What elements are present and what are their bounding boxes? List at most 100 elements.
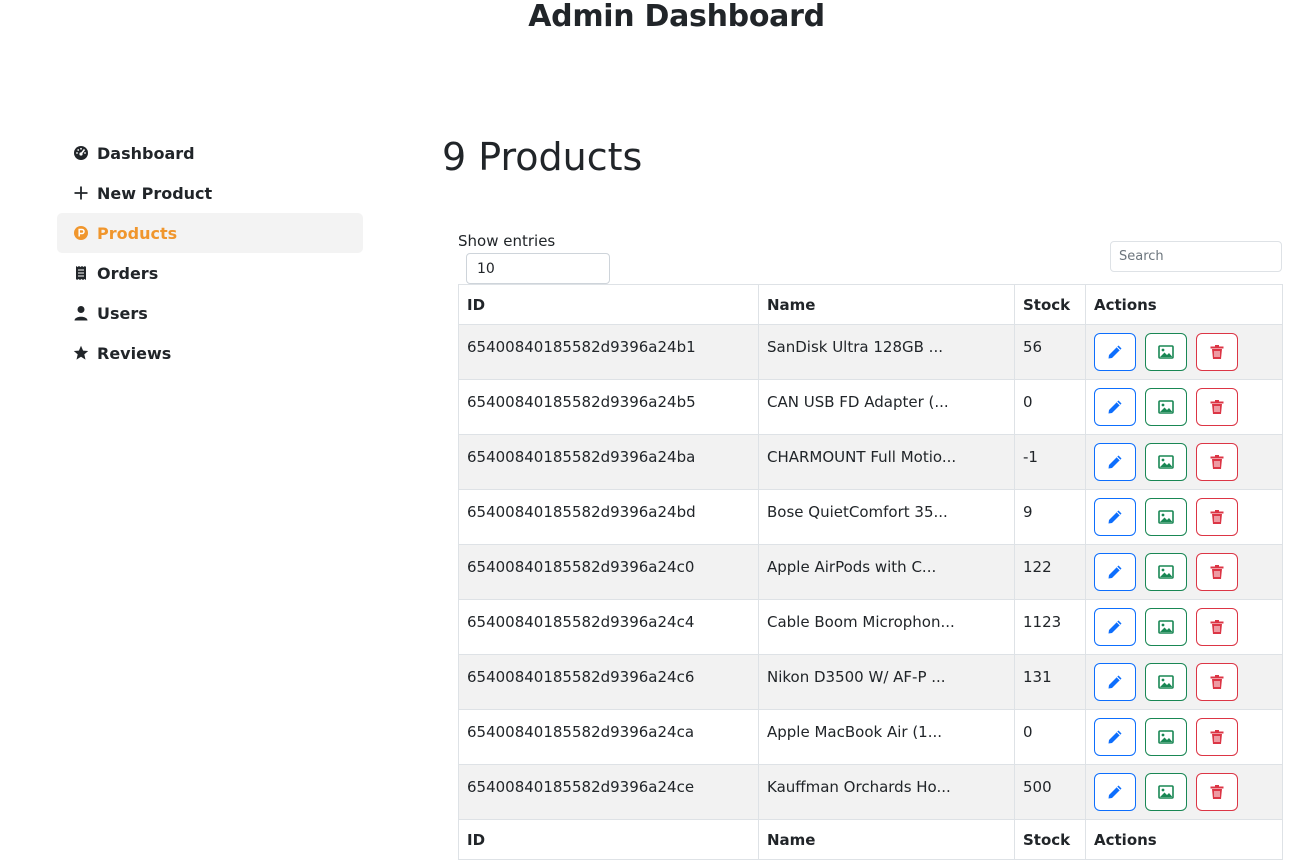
product-name-cell: Apple AirPods with C... [758, 544, 1015, 600]
product-id-cell: 65400840185582d9396a24ca [458, 709, 759, 765]
delete-button[interactable] [1195, 608, 1238, 646]
product-name-cell: Cable Boom Microphon... [758, 599, 1015, 655]
trash-icon [1210, 730, 1224, 744]
delete-button[interactable] [1195, 388, 1238, 426]
image-icon [1157, 400, 1174, 414]
trash-icon [1210, 565, 1224, 579]
delete-button[interactable] [1195, 443, 1238, 481]
image-icon [1157, 785, 1174, 799]
upload-image-button[interactable] [1144, 388, 1187, 426]
trash-icon [1210, 400, 1224, 414]
sidebar-item-label: Reviews [97, 343, 172, 363]
dashboard-icon [72, 144, 90, 162]
sidebar-item-dashboard[interactable]: Dashboard [57, 133, 363, 173]
product-id-cell: 65400840185582d9396a24ba [458, 434, 759, 490]
edit-button[interactable] [1094, 443, 1136, 481]
product-name-cell: CAN USB FD Adapter (... [758, 379, 1015, 435]
upload-image-button[interactable] [1144, 333, 1187, 371]
image-icon [1157, 565, 1174, 579]
upload-image-button[interactable] [1144, 443, 1187, 481]
edit-button[interactable] [1094, 663, 1136, 701]
receipt-icon [72, 264, 90, 282]
delete-button[interactable] [1195, 553, 1238, 591]
column-footer-stock: Stock [1014, 819, 1086, 860]
sidebar-item-label: Dashboard [97, 143, 195, 163]
show-entries-label: Show entries [458, 232, 556, 250]
product-stock-cell: 0 [1014, 379, 1086, 435]
search-input[interactable] [1110, 241, 1282, 272]
table-header-row: ID Name Stock Actions [458, 284, 1283, 325]
product-stock-cell: 0 [1014, 709, 1086, 765]
sidebar: Dashboard New Product Products Orders Us… [57, 133, 363, 373]
image-icon [1157, 675, 1174, 689]
table-row: 65400840185582d9396a24b5 CAN USB FD Adap… [458, 379, 1283, 435]
delete-button[interactable] [1195, 663, 1238, 701]
column-header-actions: Actions [1085, 284, 1283, 325]
trash-icon [1210, 455, 1224, 469]
table-row: 65400840185582d9396a24c0 Apple AirPods w… [458, 544, 1283, 600]
delete-button[interactable] [1195, 718, 1238, 756]
image-icon [1157, 345, 1174, 359]
image-icon [1157, 730, 1174, 744]
sidebar-item-orders[interactable]: Orders [57, 253, 363, 293]
edit-button[interactable] [1094, 388, 1136, 426]
actions-cell [1085, 324, 1283, 380]
sidebar-item-products[interactable]: Products [57, 213, 363, 253]
column-footer-name: Name [758, 819, 1015, 860]
delete-button[interactable] [1195, 333, 1238, 371]
actions-cell [1085, 434, 1283, 490]
product-stock-cell: 500 [1014, 764, 1086, 820]
product-name-cell: Apple MacBook Air (1... [758, 709, 1015, 765]
upload-image-button[interactable] [1144, 608, 1187, 646]
product-id-cell: 65400840185582d9396a24b1 [458, 324, 759, 380]
product-stock-cell: -1 [1014, 434, 1086, 490]
product-name-cell: SanDisk Ultra 128GB ... [758, 324, 1015, 380]
sidebar-item-new-product[interactable]: New Product [57, 173, 363, 213]
sidebar-item-label: New Product [97, 183, 213, 203]
trash-icon [1210, 345, 1224, 359]
edit-button[interactable] [1094, 773, 1136, 811]
edit-button[interactable] [1094, 333, 1136, 371]
table-row: 65400840185582d9396a24c6 Nikon D3500 W/ … [458, 654, 1283, 710]
edit-button[interactable] [1094, 553, 1136, 591]
edit-button[interactable] [1094, 608, 1136, 646]
column-header-id[interactable]: ID [458, 284, 759, 325]
product-stock-cell: 122 [1014, 544, 1086, 600]
product-id-cell: 65400840185582d9396a24bd [458, 489, 759, 545]
delete-button[interactable] [1195, 498, 1238, 536]
table-row: 65400840185582d9396a24ba CHARMOUNT Full … [458, 434, 1283, 490]
product-name-cell: CHARMOUNT Full Motio... [758, 434, 1015, 490]
actions-cell [1085, 489, 1283, 545]
product-name-cell: Kauffman Orchards Ho... [758, 764, 1015, 820]
table-row: 65400840185582d9396a24bd Bose QuietComfo… [458, 489, 1283, 545]
pencil-icon [1108, 785, 1122, 799]
column-header-stock[interactable]: Stock [1014, 284, 1086, 325]
edit-button[interactable] [1094, 718, 1136, 756]
sidebar-item-reviews[interactable]: Reviews [57, 333, 363, 373]
pencil-icon [1108, 565, 1122, 579]
product-stock-cell: 131 [1014, 654, 1086, 710]
plus-icon [72, 184, 90, 202]
actions-cell [1085, 764, 1283, 820]
column-header-name[interactable]: Name [758, 284, 1015, 325]
pencil-icon [1108, 730, 1122, 744]
edit-button[interactable] [1094, 498, 1136, 536]
actions-cell [1085, 544, 1283, 600]
upload-image-button[interactable] [1144, 773, 1187, 811]
actions-cell [1085, 654, 1283, 710]
actions-cell [1085, 379, 1283, 435]
product-id-cell: 65400840185582d9396a24c6 [458, 654, 759, 710]
pencil-icon [1108, 510, 1122, 524]
upload-image-button[interactable] [1144, 663, 1187, 701]
sidebar-item-users[interactable]: Users [57, 293, 363, 333]
pencil-icon [1108, 675, 1122, 689]
upload-image-button[interactable] [1144, 718, 1187, 756]
upload-image-button[interactable] [1144, 553, 1187, 591]
upload-image-button[interactable] [1144, 498, 1187, 536]
sidebar-item-label: Orders [97, 263, 159, 283]
actions-cell [1085, 599, 1283, 655]
delete-button[interactable] [1195, 773, 1238, 811]
product-name-cell: Bose QuietComfort 35... [758, 489, 1015, 545]
entries-per-page-input[interactable] [466, 253, 610, 284]
page-title: Admin Dashboard [528, 0, 825, 34]
